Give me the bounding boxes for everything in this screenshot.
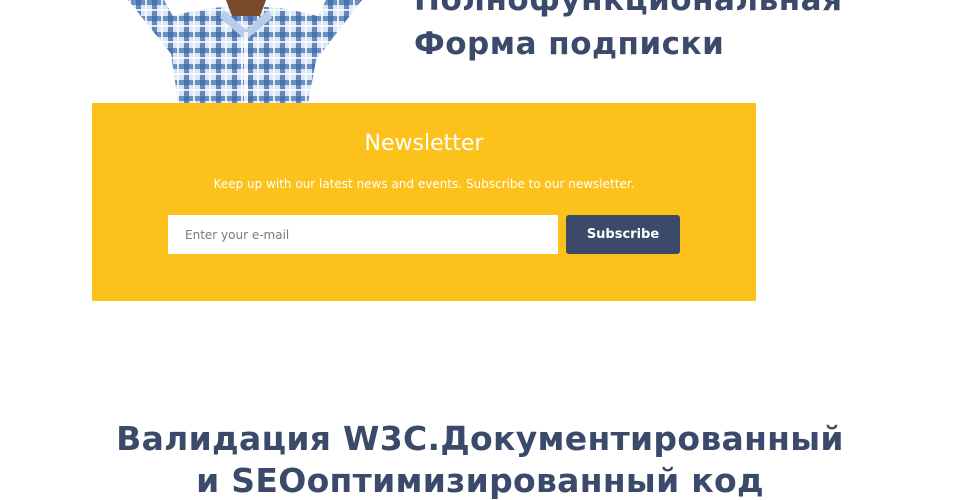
feature-heading: Полнофункциональная Форма подписки xyxy=(414,0,842,66)
person-photo-icon xyxy=(128,0,362,103)
feature-heading-line2: Форма подписки xyxy=(414,26,725,62)
newsletter-box: Newsletter Keep up with our latest news … xyxy=(92,103,756,301)
person-photo xyxy=(120,0,370,103)
validation-heading-line2: и SEOоптимизированный код xyxy=(196,461,764,500)
newsletter-subtitle: Keep up with our latest news and events.… xyxy=(213,177,635,191)
newsletter-title: Newsletter xyxy=(364,131,484,156)
email-input[interactable] xyxy=(168,215,558,254)
feature-heading-line1: Полнофункциональная xyxy=(414,0,843,18)
validation-heading: Валидация W3C.Документированный и SEOопт… xyxy=(0,418,960,500)
validation-heading-line1: Валидация W3C.Документированный xyxy=(116,419,844,458)
subscribe-button[interactable]: Subscribe xyxy=(566,215,680,254)
